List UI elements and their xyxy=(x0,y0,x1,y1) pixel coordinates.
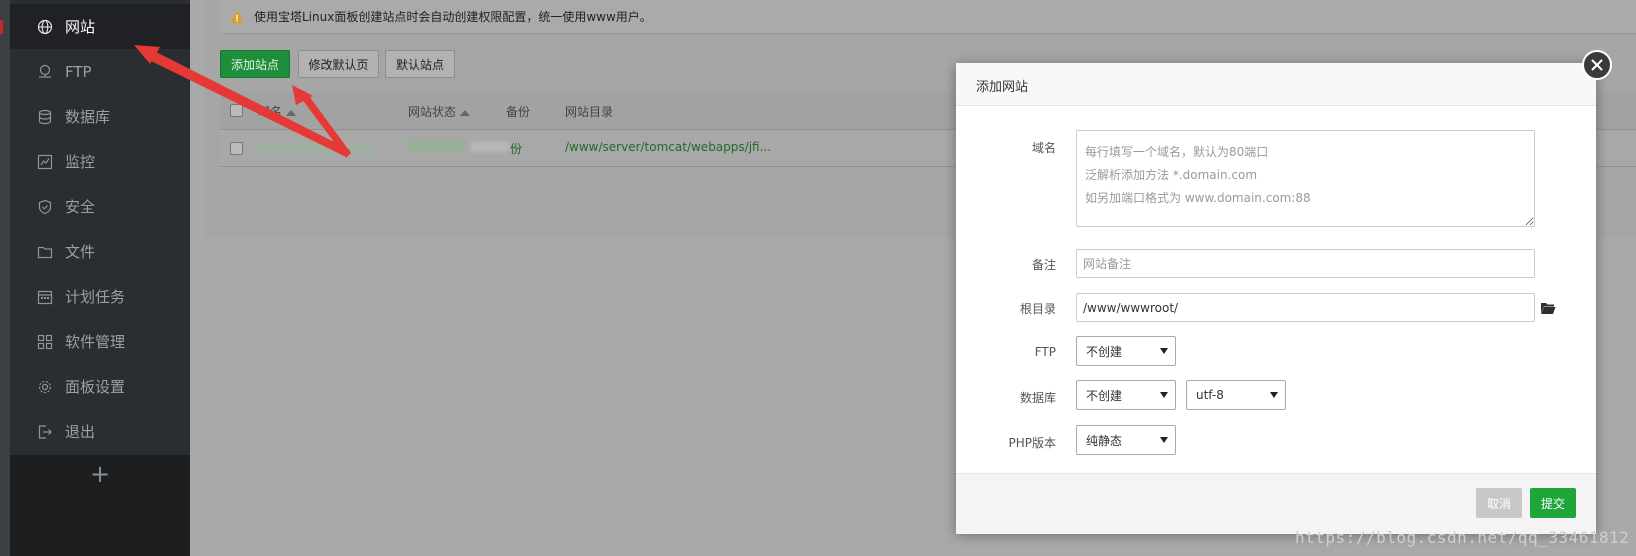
sidebar-item-label: 安全 xyxy=(65,198,96,216)
shield-icon xyxy=(37,199,53,215)
charset-select[interactable]: utf-8 xyxy=(1186,380,1286,410)
column-status[interactable]: 网站状态 xyxy=(408,103,471,120)
sidebar-item-label: 计划任务 xyxy=(65,288,126,306)
ftp-select-value: 不创建 xyxy=(1086,344,1123,359)
sidebar-item-cron[interactable]: 计划任务 xyxy=(10,274,190,319)
charset-select-value: utf-8 xyxy=(1196,388,1224,402)
watermark: https://blog.csdn.net/qq_33461812 xyxy=(1295,528,1630,547)
redacted-status xyxy=(406,141,464,151)
database-label: 数据库 xyxy=(1019,391,1056,405)
edit-default-page-button[interactable]: 修改默认页 xyxy=(298,50,379,78)
sidebar-item-security[interactable]: 安全 xyxy=(10,184,190,229)
default-site-button[interactable]: 默认站点 xyxy=(385,50,455,78)
gear-icon xyxy=(37,379,53,395)
sidebar-item-website[interactable]: 网站 xyxy=(10,4,190,49)
chevron-down-icon xyxy=(1160,392,1168,398)
site-root-path[interactable]: /www/server/tomcat/webapps/jfi... xyxy=(565,140,771,154)
calendar-icon xyxy=(37,289,53,305)
chevron-down-icon xyxy=(1160,348,1168,354)
row-checkbox[interactable] xyxy=(230,142,243,155)
cancel-button[interactable]: 取消 xyxy=(1476,488,1522,518)
sort-asc-icon xyxy=(460,109,471,116)
folder-icon xyxy=(37,244,53,260)
modal-title: 添加网站 xyxy=(976,80,1029,95)
notice-bar: 使用宝塔Linux面板创建站点时会自动创建权限配置，统一使用www用户。 xyxy=(220,0,1636,34)
sidebar-item-label: 面板设置 xyxy=(65,378,126,396)
logout-icon xyxy=(37,424,53,440)
sidebar: 网站 FTP 数据库 监控 安全 文件 计划任务 软件管理 面板设置 退出 + xyxy=(10,0,190,556)
redacted-status-extra xyxy=(470,142,510,152)
sidebar-item-label: 数据库 xyxy=(65,108,111,126)
php-version-select[interactable]: 纯静态 xyxy=(1076,425,1176,455)
php-version-label: PHP版本 xyxy=(1008,436,1057,450)
sidebar-item-software[interactable]: 软件管理 xyxy=(10,319,190,364)
domain-textarea[interactable] xyxy=(1076,130,1535,227)
grid-icon xyxy=(37,334,53,350)
add-site-modal: 添加网站 域名 备注 根目录 FTP 不创建 数据库 不创建 utf-8 PHP… xyxy=(956,63,1596,534)
sidebar-item-ftp[interactable]: FTP xyxy=(10,49,190,94)
sort-asc-icon xyxy=(286,109,297,116)
ftp-label: FTP xyxy=(1034,345,1056,359)
ftp-select[interactable]: 不创建 xyxy=(1076,336,1176,366)
warning-icon xyxy=(230,10,244,23)
column-domain[interactable]: 域名 xyxy=(258,103,297,120)
root-dir-input[interactable] xyxy=(1076,293,1535,322)
notice-text: 使用宝塔Linux面板创建站点时会自动创建权限配置，统一使用www用户。 xyxy=(254,10,652,24)
submit-button[interactable]: 提交 xyxy=(1530,488,1576,518)
database-icon xyxy=(37,109,53,125)
sidebar-item-label: 退出 xyxy=(65,423,96,441)
database-select[interactable]: 不创建 xyxy=(1076,380,1176,410)
database-select-value: 不创建 xyxy=(1086,388,1123,403)
sidebar-item-logout[interactable]: 退出 xyxy=(10,409,190,454)
remark-label: 备注 xyxy=(1031,258,1056,272)
modal-header: 添加网站 xyxy=(956,63,1596,106)
chevron-down-icon xyxy=(1160,437,1168,443)
left-edge xyxy=(0,0,10,556)
sidebar-item-monitor[interactable]: 监控 xyxy=(10,139,190,184)
ftp-icon xyxy=(37,64,53,80)
column-root: 网站目录 xyxy=(565,105,614,119)
chevron-down-icon xyxy=(1270,392,1278,398)
redacted-domain xyxy=(256,143,374,153)
left-edge-marker xyxy=(0,20,3,34)
php-version-select-value: 纯静态 xyxy=(1086,433,1123,448)
globe-icon xyxy=(37,19,53,35)
select-all-checkbox[interactable] xyxy=(230,104,243,117)
folder-open-icon[interactable] xyxy=(1540,301,1556,315)
monitor-icon xyxy=(37,154,53,170)
domain-label: 域名 xyxy=(1031,141,1056,155)
sidebar-item-database[interactable]: 数据库 xyxy=(10,94,190,139)
sidebar-item-settings[interactable]: 面板设置 xyxy=(10,364,190,409)
close-icon xyxy=(1591,59,1603,71)
sidebar-item-label: 文件 xyxy=(65,243,96,261)
add-menu-button[interactable]: + xyxy=(10,460,190,488)
modal-close-button[interactable] xyxy=(1582,50,1612,80)
column-backup: 备份 xyxy=(506,105,531,119)
backup-link[interactable]: 份 xyxy=(510,140,522,157)
sidebar-item-label: 监控 xyxy=(65,153,96,171)
sidebar-item-label: FTP xyxy=(65,62,92,81)
sidebar-nav: 网站 FTP 数据库 监控 安全 文件 计划任务 软件管理 面板设置 退出 xyxy=(10,0,190,455)
sidebar-item-label: 网站 xyxy=(65,18,96,36)
add-site-button[interactable]: 添加站点 xyxy=(220,50,290,78)
modal-footer: 取消 提交 xyxy=(956,473,1596,534)
sidebar-item-label: 软件管理 xyxy=(65,333,126,351)
sidebar-item-files[interactable]: 文件 xyxy=(10,229,190,274)
root-label: 根目录 xyxy=(1019,302,1056,316)
remark-input[interactable] xyxy=(1076,249,1535,278)
